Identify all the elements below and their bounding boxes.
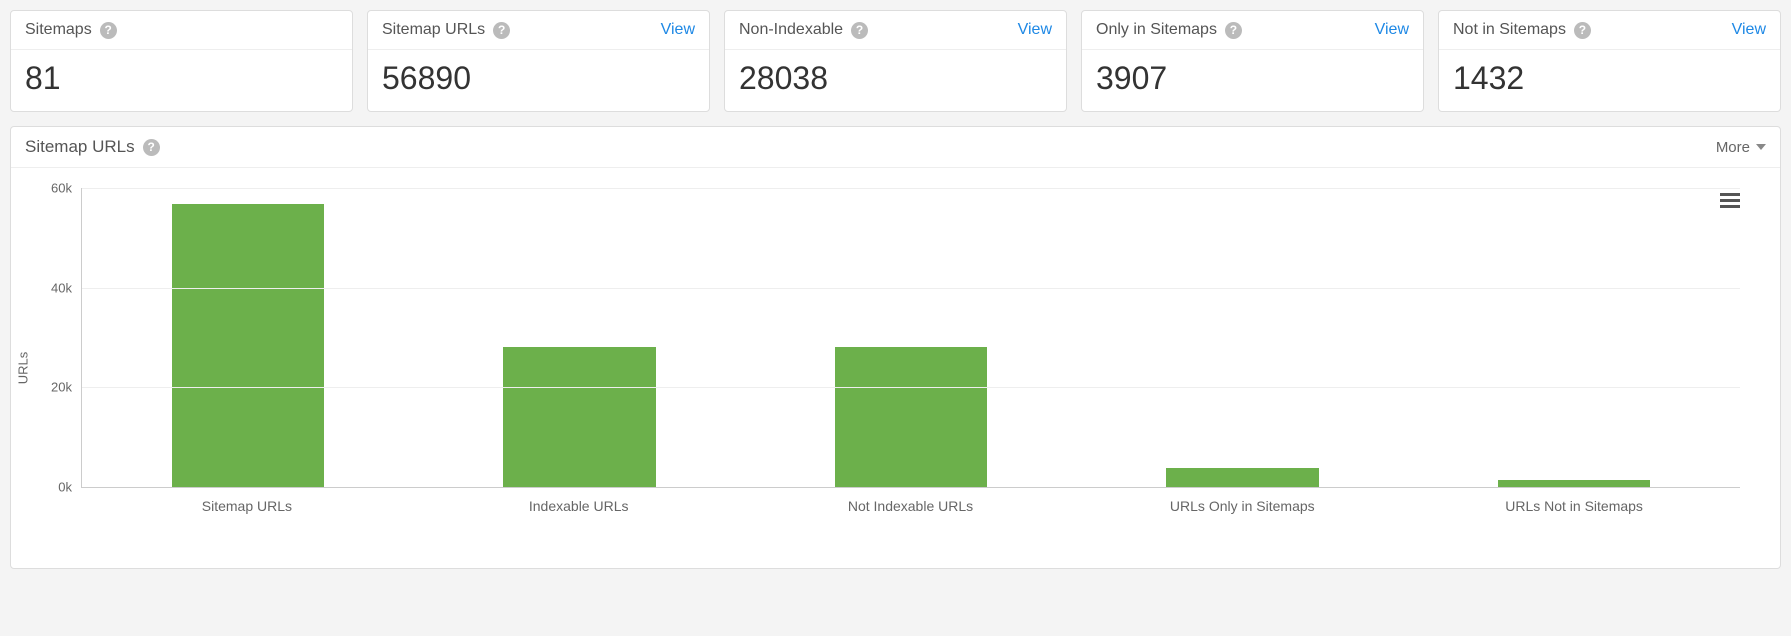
gridline — [82, 188, 1740, 189]
view-link[interactable]: View — [1375, 21, 1409, 39]
card-only-in-sitemaps: Only in Sitemaps ? View 3907 — [1081, 10, 1424, 112]
chart-panel: Sitemap URLs ? More URLs 0k20k40k60k Sit… — [10, 126, 1781, 569]
x-tick-label: URLs Only in Sitemaps — [1076, 498, 1408, 514]
chevron-down-icon — [1756, 144, 1766, 150]
card-label: Sitemap URLs — [382, 21, 485, 39]
more-label: More — [1716, 139, 1750, 156]
gridline — [82, 288, 1740, 289]
help-icon[interactable]: ? — [851, 22, 868, 39]
bar-slot — [82, 188, 414, 487]
bar[interactable] — [1498, 480, 1651, 487]
card-label: Sitemaps — [25, 21, 92, 39]
y-tick-label: 40k — [51, 280, 72, 295]
y-tick-label: 20k — [51, 380, 72, 395]
panel-title: Sitemap URLs — [25, 137, 135, 157]
bar-slot — [414, 188, 746, 487]
card-sitemap-urls: Sitemap URLs ? View 56890 — [367, 10, 710, 112]
y-axis-label: URLs — [16, 352, 31, 385]
summary-cards: Sitemaps ? 81 Sitemap URLs ? View 56890 … — [10, 10, 1781, 112]
y-tick-label: 60k — [51, 181, 72, 196]
x-tick-label: URLs Not in Sitemaps — [1408, 498, 1740, 514]
card-value: 81 — [11, 50, 352, 111]
x-axis-labels: Sitemap URLsIndexable URLsNot Indexable … — [81, 498, 1740, 514]
view-link[interactable]: View — [1732, 21, 1766, 39]
bar[interactable] — [1166, 468, 1319, 487]
card-value: 1432 — [1439, 50, 1780, 111]
more-button[interactable]: More — [1716, 139, 1766, 156]
x-tick-label: Sitemap URLs — [81, 498, 413, 514]
card-not-in-sitemaps: Not in Sitemaps ? View 1432 — [1438, 10, 1781, 112]
x-tick-label: Not Indexable URLs — [745, 498, 1077, 514]
card-non-indexable: Non-Indexable ? View 28038 — [724, 10, 1067, 112]
chart-plot: 0k20k40k60k — [81, 188, 1740, 488]
x-tick-label: Indexable URLs — [413, 498, 745, 514]
card-label: Not in Sitemaps — [1453, 21, 1566, 39]
help-icon[interactable]: ? — [100, 22, 117, 39]
card-label: Only in Sitemaps — [1096, 21, 1217, 39]
chart-area: URLs 0k20k40k60k Sitemap URLsIndexable U… — [11, 168, 1780, 568]
card-sitemaps: Sitemaps ? 81 — [10, 10, 353, 112]
bar[interactable] — [503, 347, 656, 487]
bar-slot — [745, 188, 1077, 487]
bar[interactable] — [835, 347, 988, 487]
gridline — [82, 387, 1740, 388]
help-icon[interactable]: ? — [1574, 22, 1591, 39]
card-value: 28038 — [725, 50, 1066, 111]
help-icon[interactable]: ? — [493, 22, 510, 39]
view-link[interactable]: View — [1018, 21, 1052, 39]
y-tick-label: 0k — [58, 480, 72, 495]
bar-slot — [1408, 188, 1740, 487]
bar-slot — [1077, 188, 1409, 487]
card-value: 3907 — [1082, 50, 1423, 111]
card-value: 56890 — [368, 50, 709, 111]
help-icon[interactable]: ? — [1225, 22, 1242, 39]
card-label: Non-Indexable — [739, 21, 843, 39]
help-icon[interactable]: ? — [143, 139, 160, 156]
view-link[interactable]: View — [661, 21, 695, 39]
bar[interactable] — [172, 204, 325, 488]
